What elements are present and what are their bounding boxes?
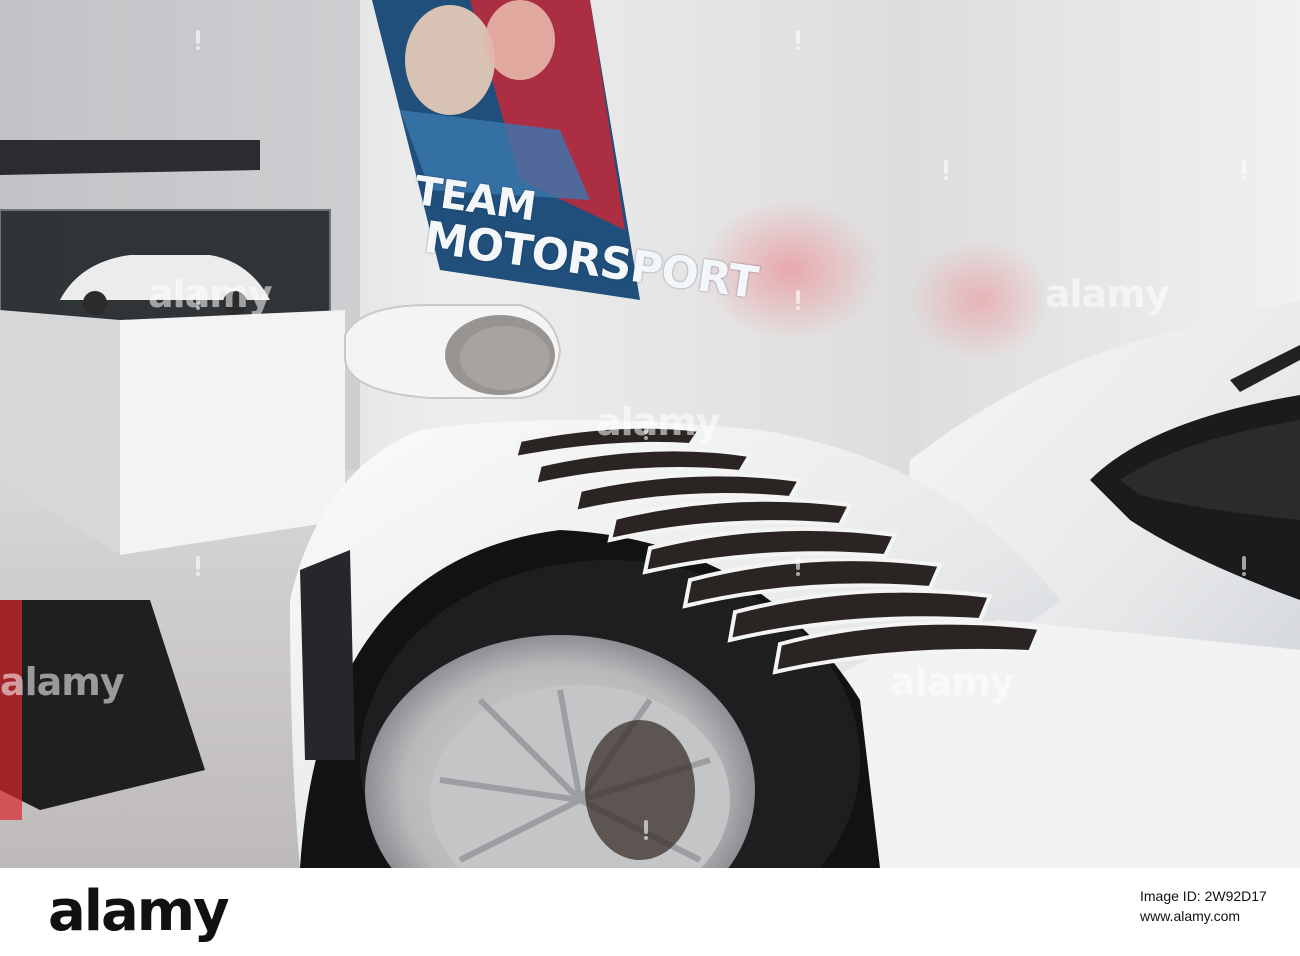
watermark-icon: [792, 30, 804, 50]
watermark: alamy: [0, 660, 125, 704]
watermark-icon: [640, 820, 652, 840]
image-id: Image ID: 2W92D17: [1140, 888, 1267, 904]
display-shelf: [0, 140, 260, 175]
watermark: alamy: [1045, 272, 1170, 316]
watermark-icon: [1238, 556, 1250, 576]
site-url[interactable]: www.alamy.com: [1140, 908, 1240, 924]
stock-photo-page: TEAM MOTORSPORT alamy alamy alamy alamy …: [0, 0, 1300, 956]
watermark: alamy: [890, 660, 1015, 704]
watermark-icon: [1238, 160, 1250, 180]
side-vent: [300, 550, 355, 760]
alamy-logo[interactable]: alamy: [48, 880, 230, 944]
car-museum-photo: TEAM MOTORSPORT alamy alamy alamy alamy …: [0, 0, 1300, 868]
watermark-icon: [192, 556, 204, 576]
pedestal-front: [120, 310, 345, 555]
watermark-icon: [940, 160, 952, 180]
watermark-icon: [192, 30, 204, 50]
watermark-icon: [792, 290, 804, 310]
driver-face: [405, 5, 495, 115]
watermark: alamy: [148, 272, 273, 316]
watermark-icon: [792, 556, 804, 576]
watermark: alamy: [596, 400, 721, 444]
